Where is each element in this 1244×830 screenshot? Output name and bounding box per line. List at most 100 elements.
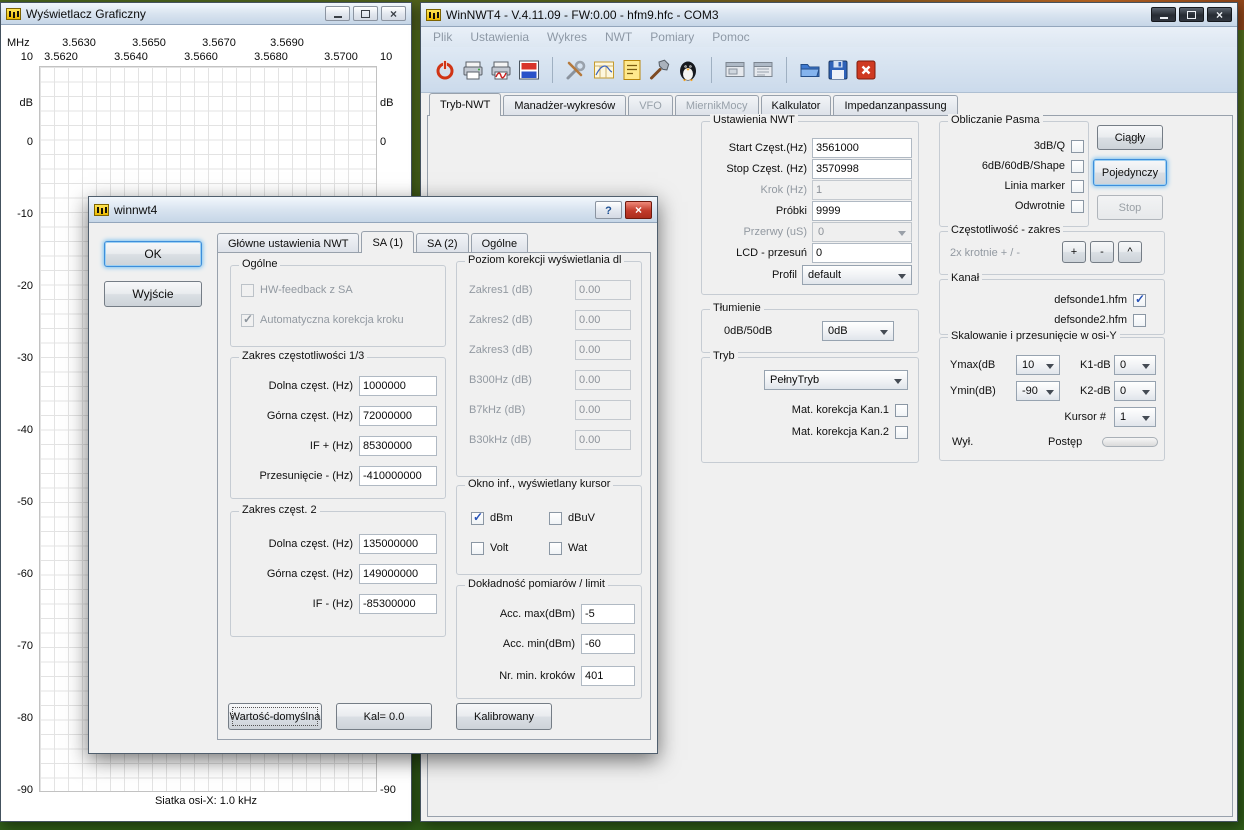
tab-impedanzanpassung[interactable]: Impedanzanpassung xyxy=(833,95,957,116)
freq-plus-button[interactable]: + xyxy=(1062,241,1086,263)
pojedynczy-button[interactable]: Pojedynczy xyxy=(1093,159,1167,186)
menu-wykres[interactable]: Wykres xyxy=(547,30,587,44)
maximize-icon[interactable] xyxy=(353,6,378,21)
notes-icon[interactable] xyxy=(618,56,646,84)
if-plus-input[interactable] xyxy=(359,436,437,456)
kalibrowany-button[interactable]: Kalibrowany xyxy=(456,703,552,730)
print-plot-icon[interactable] xyxy=(487,56,515,84)
save-icon[interactable] xyxy=(824,56,852,84)
k1-combobox[interactable]: 0 xyxy=(1114,355,1156,375)
menu-pomiary[interactable]: Pomiary xyxy=(650,30,694,44)
zakres2-db-input[interactable] xyxy=(575,310,631,330)
tab-sa2[interactable]: SA (2) xyxy=(416,233,469,253)
combo-value: 10 xyxy=(1022,359,1034,371)
acc-max-input[interactable] xyxy=(581,604,635,624)
lcd-przesun-input[interactable] xyxy=(812,243,912,263)
ymax-combobox[interactable]: 10 xyxy=(1016,355,1060,375)
b7khz-input[interactable] xyxy=(575,400,631,420)
krok-input[interactable] xyxy=(812,180,912,200)
3db-q-checkbox[interactable] xyxy=(1071,140,1084,153)
nr-min-krokow-input[interactable] xyxy=(581,666,635,686)
hw-feedback-checkbox[interactable] xyxy=(241,284,254,297)
k2-combobox[interactable]: 0 xyxy=(1114,381,1156,401)
przerwy-combobox[interactable]: 0 xyxy=(812,222,912,242)
tab-glowne-ustawienia[interactable]: Główne ustawienia NWT xyxy=(217,233,359,253)
defsonde1-checkbox[interactable] xyxy=(1133,294,1146,307)
close-icon[interactable] xyxy=(625,201,652,219)
ciagly-button[interactable]: Ciągły xyxy=(1097,125,1163,150)
sweep-table-icon[interactable] xyxy=(590,56,618,84)
tools-icon[interactable] xyxy=(562,56,590,84)
attenuator-label: 0dB/50dB xyxy=(724,325,772,337)
kursor-combobox[interactable]: 1 xyxy=(1114,407,1156,427)
exit-icon[interactable] xyxy=(852,56,880,84)
zakres3-db-input[interactable] xyxy=(575,340,631,360)
defsonde2-checkbox[interactable] xyxy=(1133,314,1146,327)
open-folder-icon[interactable] xyxy=(796,56,824,84)
freq-minus-button[interactable]: - xyxy=(1090,241,1114,263)
b30khz-input[interactable] xyxy=(575,430,631,450)
default-values-button[interactable]: Wartość-domyślna xyxy=(228,703,322,730)
wat-checkbox[interactable] xyxy=(549,542,562,555)
dbm-checkbox[interactable] xyxy=(471,512,484,525)
export-image-icon[interactable] xyxy=(515,56,543,84)
zakres1-db-input[interactable] xyxy=(575,280,631,300)
tab-ogolne[interactable]: Ogólne xyxy=(471,233,528,253)
acc-min-input[interactable] xyxy=(581,634,635,654)
tab-sa1[interactable]: SA (1) xyxy=(361,231,414,253)
tab-kalkulator[interactable]: Kalkulator xyxy=(761,95,832,116)
dbuv-checkbox[interactable] xyxy=(549,512,562,525)
ok-button[interactable]: OK xyxy=(104,241,202,267)
window-large-icon[interactable] xyxy=(749,56,777,84)
dolna-czest-2-input[interactable] xyxy=(359,534,437,554)
minimize-icon[interactable] xyxy=(1151,7,1176,22)
menu-nwt[interactable]: NWT xyxy=(605,30,632,44)
dolna-czest-1-input[interactable] xyxy=(359,376,437,396)
profil-combobox[interactable]: default xyxy=(802,265,912,285)
menu-pomoc[interactable]: Pomoc xyxy=(712,30,749,44)
menu-ustawienia[interactable]: Ustawienia xyxy=(470,30,529,44)
gorna-czest-2-input[interactable] xyxy=(359,564,437,584)
kal-button[interactable]: Kal= 0.0 xyxy=(336,703,432,730)
stop-czest-input[interactable] xyxy=(812,159,912,179)
volt-checkbox[interactable] xyxy=(471,542,484,555)
hardware-icon[interactable] xyxy=(646,56,674,84)
gorna-czest-1-input[interactable] xyxy=(359,406,437,426)
tab-miernik-mocy[interactable]: MiernikMocy xyxy=(675,95,759,116)
dialog-titlebar[interactable]: winnwt4 xyxy=(89,197,657,223)
if-minus-input[interactable] xyxy=(359,594,437,614)
odwrotnie-checkbox[interactable] xyxy=(1071,200,1084,213)
ymin-combobox[interactable]: -90 xyxy=(1016,381,1060,401)
graph-window-titlebar[interactable]: Wyświetlacz Graficzny xyxy=(1,3,411,25)
mat-korekcja-2-checkbox[interactable] xyxy=(895,426,908,439)
mat-korekcja-1-checkbox[interactable] xyxy=(895,404,908,417)
mat-korekcja-2-label: Mat. korekcja Kan.2 xyxy=(708,426,889,438)
attenuator-combobox[interactable]: 0dB xyxy=(822,321,894,341)
close-icon[interactable] xyxy=(1207,7,1232,22)
close-icon[interactable] xyxy=(381,6,406,21)
tab-manadzer-wykresow[interactable]: Manadżer-wykresów xyxy=(503,95,626,116)
printer-icon[interactable] xyxy=(459,56,487,84)
tryb-combobox[interactable]: PełnyTryb xyxy=(764,370,908,390)
tab-tryb-nwt[interactable]: Tryb-NWT xyxy=(429,93,501,116)
freq-caret-button[interactable]: ^ xyxy=(1118,241,1142,263)
probki-input[interactable] xyxy=(812,201,912,221)
auto-korekcja-checkbox[interactable] xyxy=(241,314,254,327)
help-icon[interactable] xyxy=(595,201,622,219)
6db-shape-checkbox[interactable] xyxy=(1071,160,1084,173)
przesuniecie-input[interactable] xyxy=(359,466,437,486)
power-icon[interactable] xyxy=(431,56,459,84)
maximize-icon[interactable] xyxy=(1179,7,1204,22)
linux-penguin-icon[interactable] xyxy=(674,56,702,84)
window-small-icon[interactable] xyxy=(721,56,749,84)
stop-button[interactable]: Stop xyxy=(1097,195,1163,220)
main-window-titlebar[interactable]: WinNWT4 - V.4.11.09 - FW:0.00 - hfm9.hfc… xyxy=(421,3,1237,27)
b300hz-input[interactable] xyxy=(575,370,631,390)
minimize-icon[interactable] xyxy=(325,6,350,21)
wyjscie-button[interactable]: Wyjście xyxy=(104,281,202,307)
tab-vfo[interactable]: VFO xyxy=(628,95,673,116)
b30khz-label: B30kHz (dB) xyxy=(469,434,575,446)
menu-plik[interactable]: Plik xyxy=(433,30,452,44)
start-czest-input[interactable] xyxy=(812,138,912,158)
linia-marker-checkbox[interactable] xyxy=(1071,180,1084,193)
